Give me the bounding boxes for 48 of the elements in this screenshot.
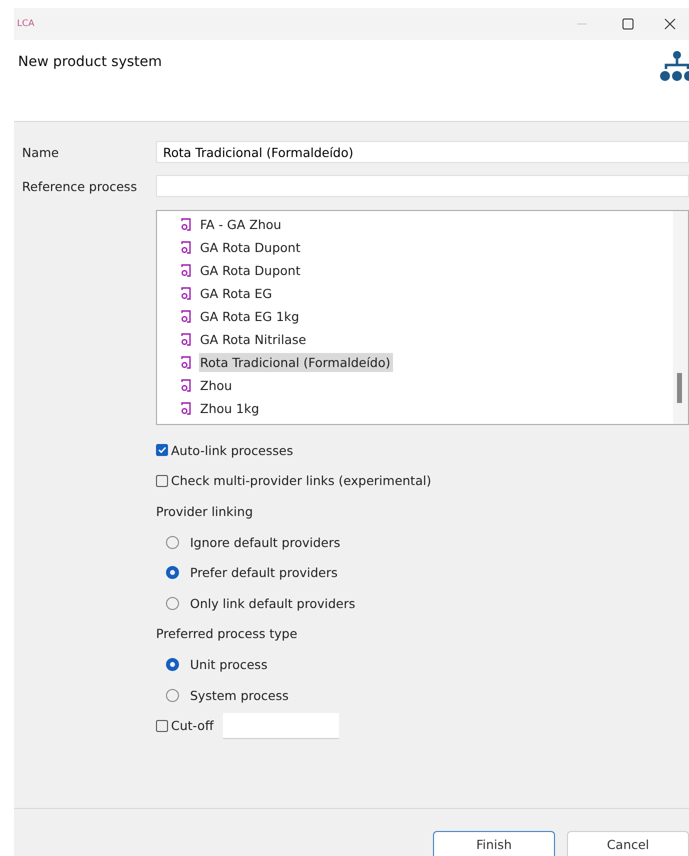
list-item[interactable]: FA - GA Zhou <box>199 215 284 234</box>
cutoff-field[interactable] <box>222 712 339 739</box>
input-field[interactable] <box>156 175 689 197</box>
checkbox[interactable] <box>156 444 168 456</box>
input-field[interactable]: Rota Tradicional (Formaldeído) <box>156 141 689 163</box>
radio-button[interactable] <box>166 566 179 580</box>
process-icon <box>181 287 192 300</box>
checkbox-label: Auto-link processes <box>171 442 294 458</box>
list-item[interactable]: Zhou 1kg <box>199 399 262 418</box>
group-label: Preferred process type <box>156 626 298 642</box>
process-icon <box>181 402 192 415</box>
radio-button[interactable] <box>166 658 179 671</box>
process-icon <box>181 241 192 254</box>
cancel-button[interactable]: Cancel <box>567 831 689 856</box>
list-item[interactable]: GA Rota EG 1kg <box>199 307 302 326</box>
process-icon <box>181 218 192 231</box>
radio-button[interactable] <box>166 596 179 610</box>
hierarchy-icon <box>660 50 689 82</box>
radio-label: Unit process <box>190 656 268 672</box>
radio-button[interactable] <box>166 688 179 702</box>
radio-label: Prefer default providers <box>190 565 338 580</box>
radio-button[interactable] <box>166 536 179 549</box>
field-label: Name <box>22 144 60 160</box>
radio-label: Ignore default providers <box>190 534 340 550</box>
list-item[interactable]: GA Rota EG <box>199 284 276 303</box>
process-icon <box>181 356 192 369</box>
finish-button[interactable]: Finish <box>433 831 555 856</box>
process-list[interactable]: FA - GA Zhou GA Rota Dupont GA Rota Dupont GA Rota EG GA Rota EG 1kg GA Rota Nitrilase Rota Tradicional (Formaldeído) Zhou Zhou 1kg <box>156 210 689 425</box>
dialog-title: New product system <box>18 54 162 72</box>
list-item[interactable]: Zhou <box>199 376 236 395</box>
field-label: Reference process <box>22 178 138 194</box>
group-label: Provider linking <box>156 504 253 519</box>
checkbox-label: Cut-off <box>171 718 214 734</box>
list-item[interactable]: Rota Tradicional (Formaldeído) <box>199 353 394 372</box>
process-icon <box>181 264 192 277</box>
process-icon <box>181 333 192 346</box>
list-item[interactable]: GA Rota Dupont <box>199 238 304 257</box>
process-icon <box>181 310 192 323</box>
list-item[interactable]: GA Rota Nitrilase <box>199 330 310 349</box>
radio-label: Only link default providers <box>190 596 356 611</box>
app-logo: LCA <box>17 19 34 29</box>
checkbox-label: Check multi-provider links (experimental) <box>171 473 432 488</box>
checkbox[interactable] <box>156 474 168 487</box>
list-item[interactable]: GA Rota Dupont <box>199 261 304 280</box>
process-icon <box>181 379 192 392</box>
scrollbar-thumb[interactable] <box>677 373 682 403</box>
checkbox[interactable] <box>156 720 168 732</box>
radio-label: System process <box>190 688 289 703</box>
